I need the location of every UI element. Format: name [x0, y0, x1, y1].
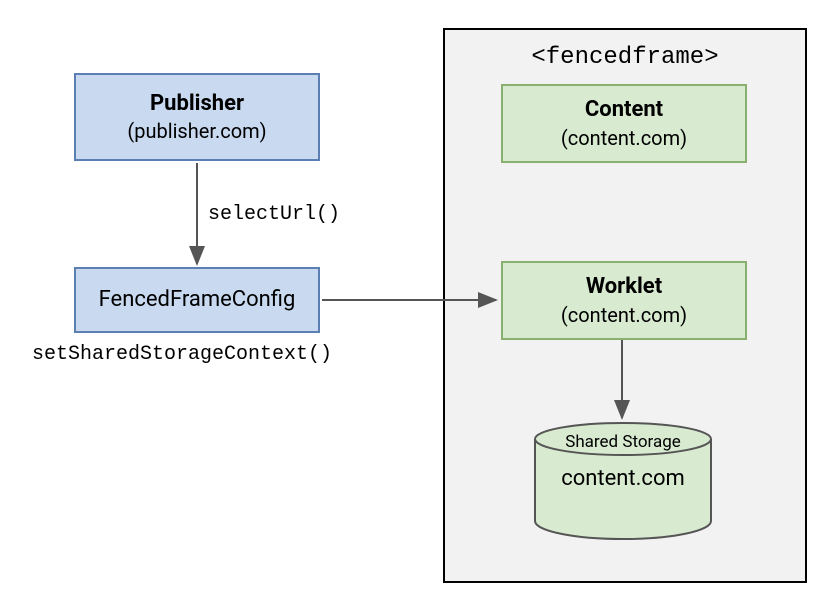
- content-title: Content: [585, 96, 663, 125]
- worklet-subtitle: (content.com): [561, 302, 687, 328]
- content-subtitle: (content.com): [561, 125, 687, 151]
- publisher-subtitle: (publisher.com): [127, 118, 266, 144]
- set-shared-storage-context-call-label: setSharedStorageContext(): [32, 343, 332, 366]
- select-url-call-label: selectUrl(): [208, 203, 340, 226]
- shared-storage-cylinder: Shared Storage content.com: [533, 421, 713, 541]
- fenced-frame-container: <fencedframe> Content (content.com) Work…: [443, 28, 807, 583]
- publisher-title: Publisher: [150, 90, 244, 119]
- worklet-title: Worklet: [586, 273, 662, 302]
- content-box: Content (content.com): [501, 84, 747, 163]
- fenced-frame-config-box: FencedFrameConfig: [74, 267, 320, 333]
- fenced-frame-tag: <fencedframe>: [445, 44, 805, 71]
- fenced-frame-config-label: FencedFrameConfig: [99, 286, 296, 315]
- worklet-box: Worklet (content.com): [501, 261, 747, 340]
- shared-storage-domain: content.com: [533, 466, 713, 491]
- publisher-box: Publisher (publisher.com): [74, 73, 320, 161]
- architecture-diagram: Publisher (publisher.com) FencedFrameCon…: [0, 0, 837, 615]
- shared-storage-label: Shared Storage: [533, 432, 713, 452]
